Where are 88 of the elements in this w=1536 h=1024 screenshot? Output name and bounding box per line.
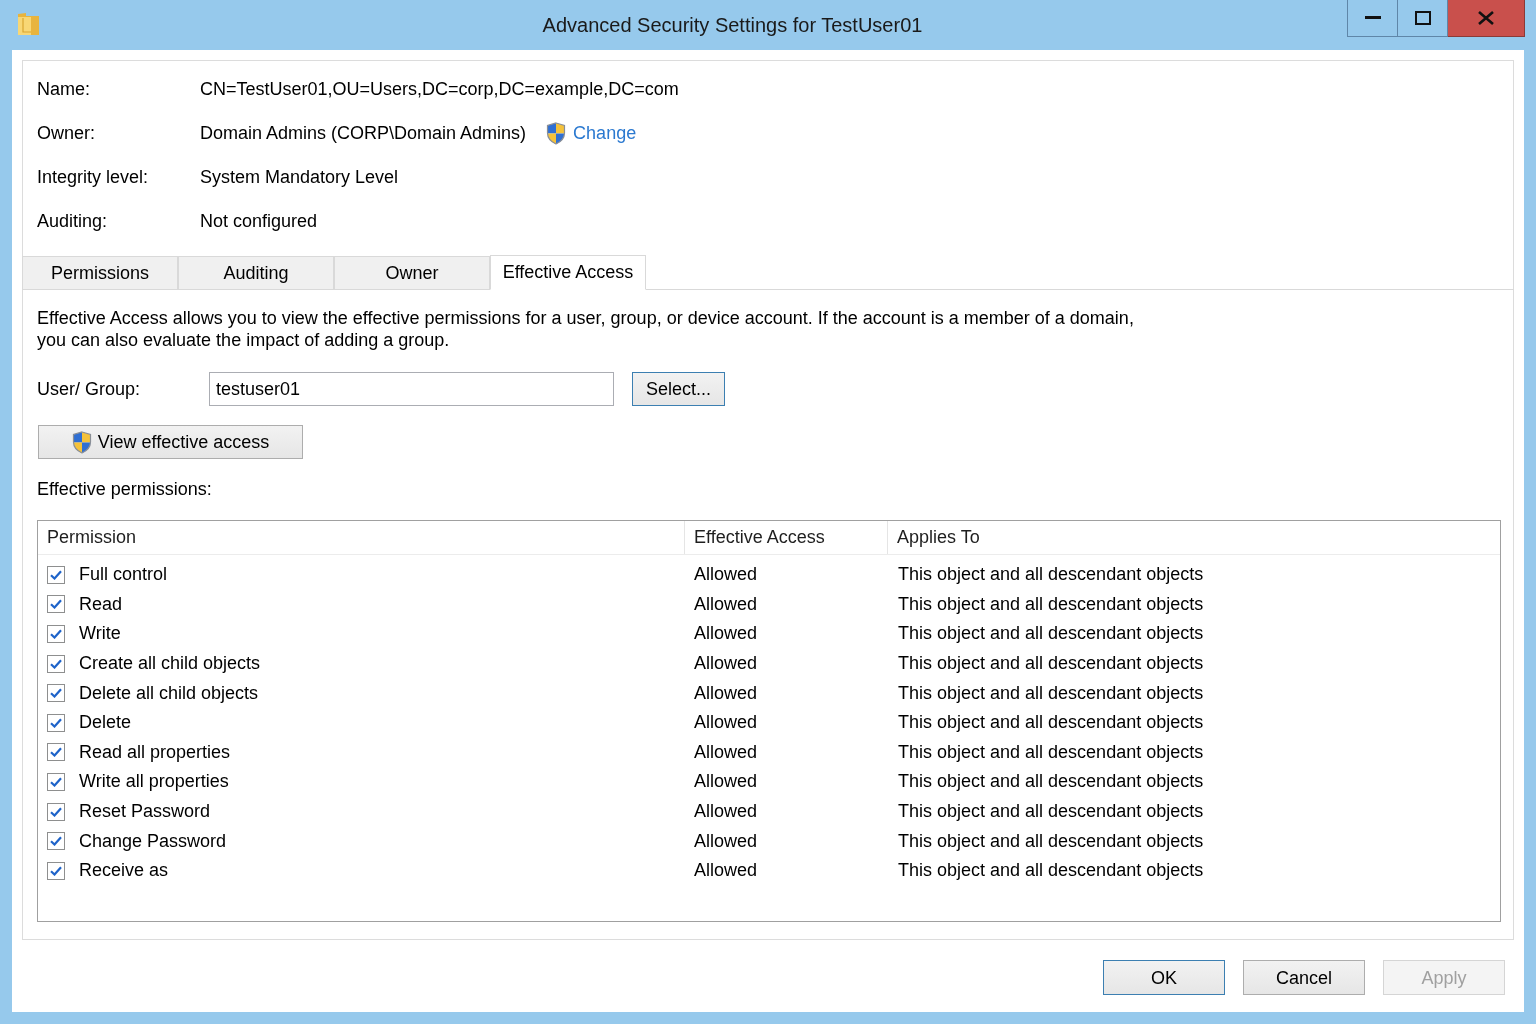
checkbox[interactable] bbox=[47, 654, 65, 673]
applies-to-text: This object and all descendant objects bbox=[897, 800, 1205, 824]
permission-name: Full control bbox=[79, 563, 168, 587]
checkbox[interactable] bbox=[47, 832, 65, 851]
applies-to-text: This object and all descendant objects bbox=[897, 592, 1205, 616]
access-value: Allowed bbox=[693, 592, 759, 616]
tab[interactable]: Permissions bbox=[22, 256, 178, 290]
checkmark-icon bbox=[50, 747, 62, 758]
permission-name: Delete all child objects bbox=[79, 681, 259, 705]
checkbox[interactable] bbox=[47, 684, 65, 703]
change-link[interactable]: Change bbox=[546, 119, 637, 147]
access-value: Allowed bbox=[693, 740, 759, 764]
applies-to-text: This object and all descendant objects bbox=[897, 563, 1205, 587]
permission-name: Change Password bbox=[79, 829, 227, 853]
permission-name: Read all properties bbox=[79, 740, 231, 764]
applies-to-text: This object and all descendant objects bbox=[897, 681, 1205, 705]
access-value: Allowed bbox=[693, 770, 759, 794]
checkbox[interactable] bbox=[47, 772, 65, 791]
permission-name: Receive as bbox=[79, 859, 169, 883]
applies-to-text: This object and all descendant objects bbox=[897, 652, 1205, 676]
access-value: Allowed bbox=[693, 711, 759, 735]
select-button[interactable]: Select... bbox=[632, 372, 725, 406]
checkmark-icon bbox=[50, 599, 62, 610]
checkbox[interactable] bbox=[47, 861, 65, 880]
checkbox[interactable] bbox=[47, 713, 65, 732]
access-value: Allowed bbox=[693, 652, 759, 676]
field-label: User/ Group: bbox=[37, 377, 142, 401]
shield-icon bbox=[71, 430, 92, 454]
applies-to-text: This object and all descendant objects bbox=[897, 770, 1205, 794]
access-value: Allowed bbox=[693, 800, 759, 824]
field-value: Not configured bbox=[200, 209, 318, 233]
access-value: Allowed bbox=[693, 563, 759, 587]
field-value: Domain Admins (CORP\Domain Admins) bbox=[200, 121, 527, 145]
field-label: Integrity level: bbox=[37, 165, 150, 189]
dialog-button[interactable]: OK bbox=[1103, 960, 1225, 995]
checkbox[interactable] bbox=[47, 565, 65, 584]
checkmark-icon bbox=[50, 865, 62, 876]
permission-name: Reset Password bbox=[79, 800, 211, 824]
access-value: Allowed bbox=[693, 681, 759, 705]
permission-name: Write all properties bbox=[79, 770, 229, 794]
checkbox[interactable] bbox=[47, 625, 65, 643]
field-label: Name: bbox=[37, 77, 91, 101]
permission-name: Read bbox=[79, 592, 123, 616]
close-icon bbox=[1478, 11, 1494, 25]
shield-icon bbox=[546, 121, 567, 145]
checkmark-icon bbox=[50, 658, 62, 669]
window-title: Advanced Security Settings for TestUser01 bbox=[542, 13, 923, 38]
checkmark-icon bbox=[50, 806, 62, 817]
access-value: Allowed bbox=[693, 622, 759, 646]
tab[interactable]: Auditing bbox=[178, 256, 334, 290]
field-value: System Mandatory Level bbox=[200, 165, 399, 189]
checkmark-icon bbox=[50, 629, 62, 639]
permission-name: Delete bbox=[79, 711, 132, 735]
permission-name: Write bbox=[79, 622, 121, 646]
applies-to-text: This object and all descendant objects bbox=[897, 740, 1205, 764]
checkmark-icon bbox=[50, 717, 62, 728]
tab[interactable]: Effective Access bbox=[490, 255, 646, 290]
checkmark-icon bbox=[50, 688, 62, 699]
applies-to-text: This object and all descendant objects bbox=[897, 859, 1205, 883]
field-label: Owner: bbox=[37, 121, 97, 145]
checkbox[interactable] bbox=[47, 802, 65, 821]
column-header[interactable]: Applies To bbox=[888, 521, 1500, 554]
field-label: Auditing: bbox=[37, 209, 109, 233]
applies-to-text: This object and all descendant objects bbox=[897, 711, 1205, 735]
checkbox[interactable] bbox=[47, 743, 65, 762]
user-group-input[interactable]: testuser01 bbox=[209, 372, 614, 406]
field-value: CN=TestUser01,OU=Users,DC=corp,DC=example,DC=com bbox=[200, 77, 679, 101]
checkbox[interactable] bbox=[47, 595, 65, 614]
folder-icon bbox=[17, 12, 40, 36]
applies-to-text: This object and all descendant objects bbox=[897, 829, 1205, 853]
column-header[interactable]: Effective Access bbox=[685, 521, 888, 554]
checkmark-icon bbox=[50, 569, 62, 580]
minimize-icon bbox=[1364, 16, 1381, 20]
permission-name: Create all child objects bbox=[79, 652, 261, 676]
close-button[interactable] bbox=[1448, 0, 1525, 37]
access-value: Allowed bbox=[693, 859, 759, 883]
applies-to-text: This object and all descendant objects bbox=[897, 622, 1205, 646]
tab[interactable]: Owner bbox=[334, 256, 490, 290]
dialog-button[interactable]: Cancel bbox=[1243, 960, 1365, 995]
access-value: Allowed bbox=[693, 829, 759, 853]
column-header[interactable]: Permission bbox=[38, 521, 685, 554]
view-effective-access-button[interactable]: View effective access bbox=[38, 425, 303, 459]
checkmark-icon bbox=[50, 776, 62, 787]
description-text: Effective Access allows you to view the effective permissions for a user, group, or device account. If the account is a member of a domain, you can also evaluate the impact of adding a group. bbox=[37, 307, 1135, 351]
maximize-icon bbox=[1414, 11, 1431, 25]
section-label: Effective permissions: bbox=[37, 478, 213, 500]
checkmark-icon bbox=[50, 836, 62, 847]
minimize-button[interactable] bbox=[1347, 0, 1398, 37]
